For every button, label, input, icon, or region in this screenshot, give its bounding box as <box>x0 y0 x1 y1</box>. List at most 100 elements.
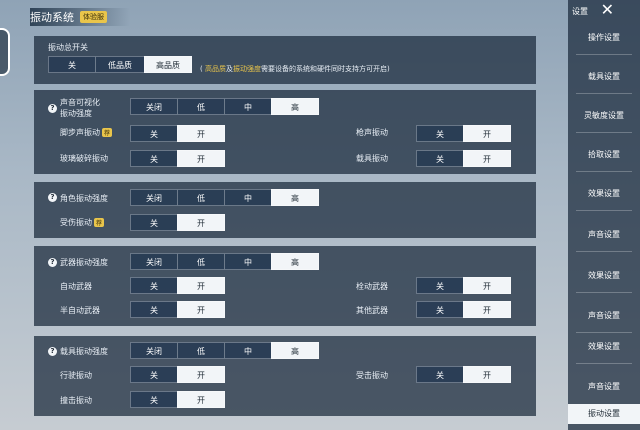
intensity-mid[interactable]: 中 <box>224 98 272 115</box>
intensity-low[interactable]: 低 <box>177 342 225 359</box>
intensity-mid[interactable]: 中 <box>224 253 272 270</box>
note-text: 需要设备的系统和硬件同时支持方可开启 <box>260 65 387 73</box>
sound-visual-title-1: 声音可视化 <box>60 98 100 107</box>
left-edge-handle <box>0 28 10 76</box>
sidebar-item-sensitivity[interactable]: 灵敏度设置 <box>568 110 640 121</box>
bolt-weapon-toggle: 关 开 <box>416 277 511 294</box>
intensity-off[interactable]: 关闭 <box>130 342 178 359</box>
sidebar-item-pickup[interactable]: 拾取设置 <box>568 149 640 160</box>
intensity-off[interactable]: 关闭 <box>130 189 178 206</box>
intensity-high[interactable]: 高 <box>271 189 319 206</box>
sound-visual-vibration-panel: ? 声音可视化 振动强度 关闭 低 中 高 脚步声振动荐 关 开 枪声振动 关 … <box>34 90 536 174</box>
semi-auto-weapon-label: 半自动武器 <box>60 306 100 315</box>
toggle-on[interactable]: 开 <box>463 125 511 142</box>
other-weapon-toggle: 关 开 <box>416 301 511 318</box>
hit-vibration-label: 受击振动 <box>356 371 388 380</box>
character-vibration-title: 角色振动强度 <box>60 194 108 203</box>
intensity-off[interactable]: 关闭 <box>130 253 178 270</box>
toggle-off[interactable]: 关 <box>130 277 178 294</box>
sidebar-item-controls[interactable]: 操作设置 <box>568 32 640 43</box>
intensity-low[interactable]: 低 <box>177 189 225 206</box>
character-intensity-selector: 关闭 低 中 高 <box>130 189 319 206</box>
intensity-mid[interactable]: 中 <box>224 189 272 206</box>
damage-vibration-label: 受伤振动荐 <box>60 218 105 227</box>
toggle-on[interactable]: 开 <box>463 150 511 167</box>
sidebar-item-vehicle[interactable]: 载具设置 <box>568 71 640 82</box>
toggle-on[interactable]: 开 <box>177 366 225 383</box>
master-option-off[interactable]: 关 <box>48 56 96 73</box>
vehicle-vibration-toggle: 关 开 <box>416 150 511 167</box>
toggle-off[interactable]: 关 <box>130 125 178 142</box>
glass-break-vibration-label: 玻璃破碎振动 <box>60 154 108 163</box>
weapon-intensity-selector: 关闭 低 中 高 <box>130 253 319 270</box>
page-title: 振动系统 <box>30 11 74 24</box>
note-connector: 及 <box>225 65 233 73</box>
intensity-low[interactable]: 低 <box>177 253 225 270</box>
toggle-off[interactable]: 关 <box>416 150 464 167</box>
server-badge: 体验服 <box>80 11 107 23</box>
footstep-vibration-label: 脚步声振动荐 <box>60 128 113 137</box>
master-vibration-note: ( 高品质及振动强度需要设备的系统和硬件同时支持方可开启) <box>200 65 390 73</box>
intensity-off[interactable]: 关闭 <box>130 98 178 115</box>
help-icon[interactable]: ? <box>48 193 57 202</box>
sidebar-item-sound-3[interactable]: 声音设置 <box>568 381 640 392</box>
other-weapon-label: 其他武器 <box>356 306 388 315</box>
toggle-on[interactable]: 开 <box>463 277 511 294</box>
toggle-on[interactable]: 开 <box>177 391 225 408</box>
toggle-off[interactable]: 关 <box>416 125 464 142</box>
master-vibration-selector: 关 低品质 高品质 <box>48 56 192 73</box>
sidebar-item-effects[interactable]: 效果设置 <box>568 188 640 199</box>
master-option-high[interactable]: 高品质 <box>144 56 192 73</box>
toggle-on[interactable]: 开 <box>463 301 511 318</box>
driving-vibration-label: 行驶振动 <box>60 371 92 380</box>
vehicle-intensity-title: 载具振动强度 <box>60 347 108 356</box>
toggle-on[interactable]: 开 <box>177 150 225 167</box>
help-icon[interactable]: ? <box>48 104 57 113</box>
help-icon[interactable]: ? <box>48 347 57 356</box>
sidebar-title: 设置 <box>572 7 588 16</box>
help-icon[interactable]: ? <box>48 258 57 267</box>
character-vibration-panel: ? 角色振动强度 关闭 低 中 高 受伤振动荐 关 开 <box>34 182 536 238</box>
toggle-off[interactable]: 关 <box>130 391 178 408</box>
master-vibration-panel: 振动总开关 关 低品质 高品质 ( 高品质及振动强度需要设备的系统和硬件同时支持… <box>34 36 536 84</box>
toggle-off[interactable]: 关 <box>416 277 464 294</box>
intensity-low[interactable]: 低 <box>177 98 225 115</box>
toggle-off[interactable]: 关 <box>416 366 464 383</box>
sidebar-divider <box>576 132 632 133</box>
sidebar-item-vibration[interactable]: 振动设置 <box>568 404 640 424</box>
intensity-high[interactable]: 高 <box>271 253 319 270</box>
auto-weapon-label: 自动武器 <box>60 282 92 291</box>
toggle-on[interactable]: 开 <box>463 366 511 383</box>
sidebar-item-effects-2[interactable]: 效果设置 <box>568 270 640 281</box>
sidebar-item-effects-3[interactable]: 效果设置 <box>568 341 640 352</box>
weapon-vibration-title: 武器振动强度 <box>60 258 108 267</box>
toggle-on[interactable]: 开 <box>177 125 225 142</box>
toggle-on[interactable]: 开 <box>177 301 225 318</box>
toggle-off[interactable]: 关 <box>130 301 178 318</box>
toggle-off[interactable]: 关 <box>130 366 178 383</box>
close-icon[interactable]: ✕ <box>601 2 614 18</box>
gunshot-vibration-toggle: 关 开 <box>416 125 511 142</box>
vehicle-intensity-selector: 关闭 低 中 高 <box>130 342 319 359</box>
toggle-on[interactable]: 开 <box>177 277 225 294</box>
sidebar-item-sound[interactable]: 声音设置 <box>568 229 640 240</box>
toggle-on[interactable]: 开 <box>177 214 225 231</box>
master-option-low[interactable]: 低品质 <box>95 56 145 73</box>
note-highlight-intensity: 振动强度 <box>232 65 261 73</box>
toggle-off[interactable]: 关 <box>130 150 178 167</box>
toggle-off[interactable]: 关 <box>416 301 464 318</box>
recommended-badge: 荐 <box>102 128 113 137</box>
note-highlight-quality: 高品质 <box>204 65 226 73</box>
sidebar-divider <box>576 171 632 172</box>
damage-vibration-toggle: 关 开 <box>130 214 225 231</box>
intensity-high[interactable]: 高 <box>271 342 319 359</box>
sidebar-divider <box>576 332 632 333</box>
intensity-high[interactable]: 高 <box>271 98 319 115</box>
semi-auto-weapon-toggle: 关 开 <box>130 301 225 318</box>
toggle-off[interactable]: 关 <box>130 214 178 231</box>
sidebar-divider <box>576 210 632 211</box>
sidebar-item-sound-2[interactable]: 声音设置 <box>568 310 640 321</box>
hit-vibration-toggle: 关 开 <box>416 366 511 383</box>
intensity-mid[interactable]: 中 <box>224 342 272 359</box>
glass-break-vibration-toggle: 关 开 <box>130 150 225 167</box>
